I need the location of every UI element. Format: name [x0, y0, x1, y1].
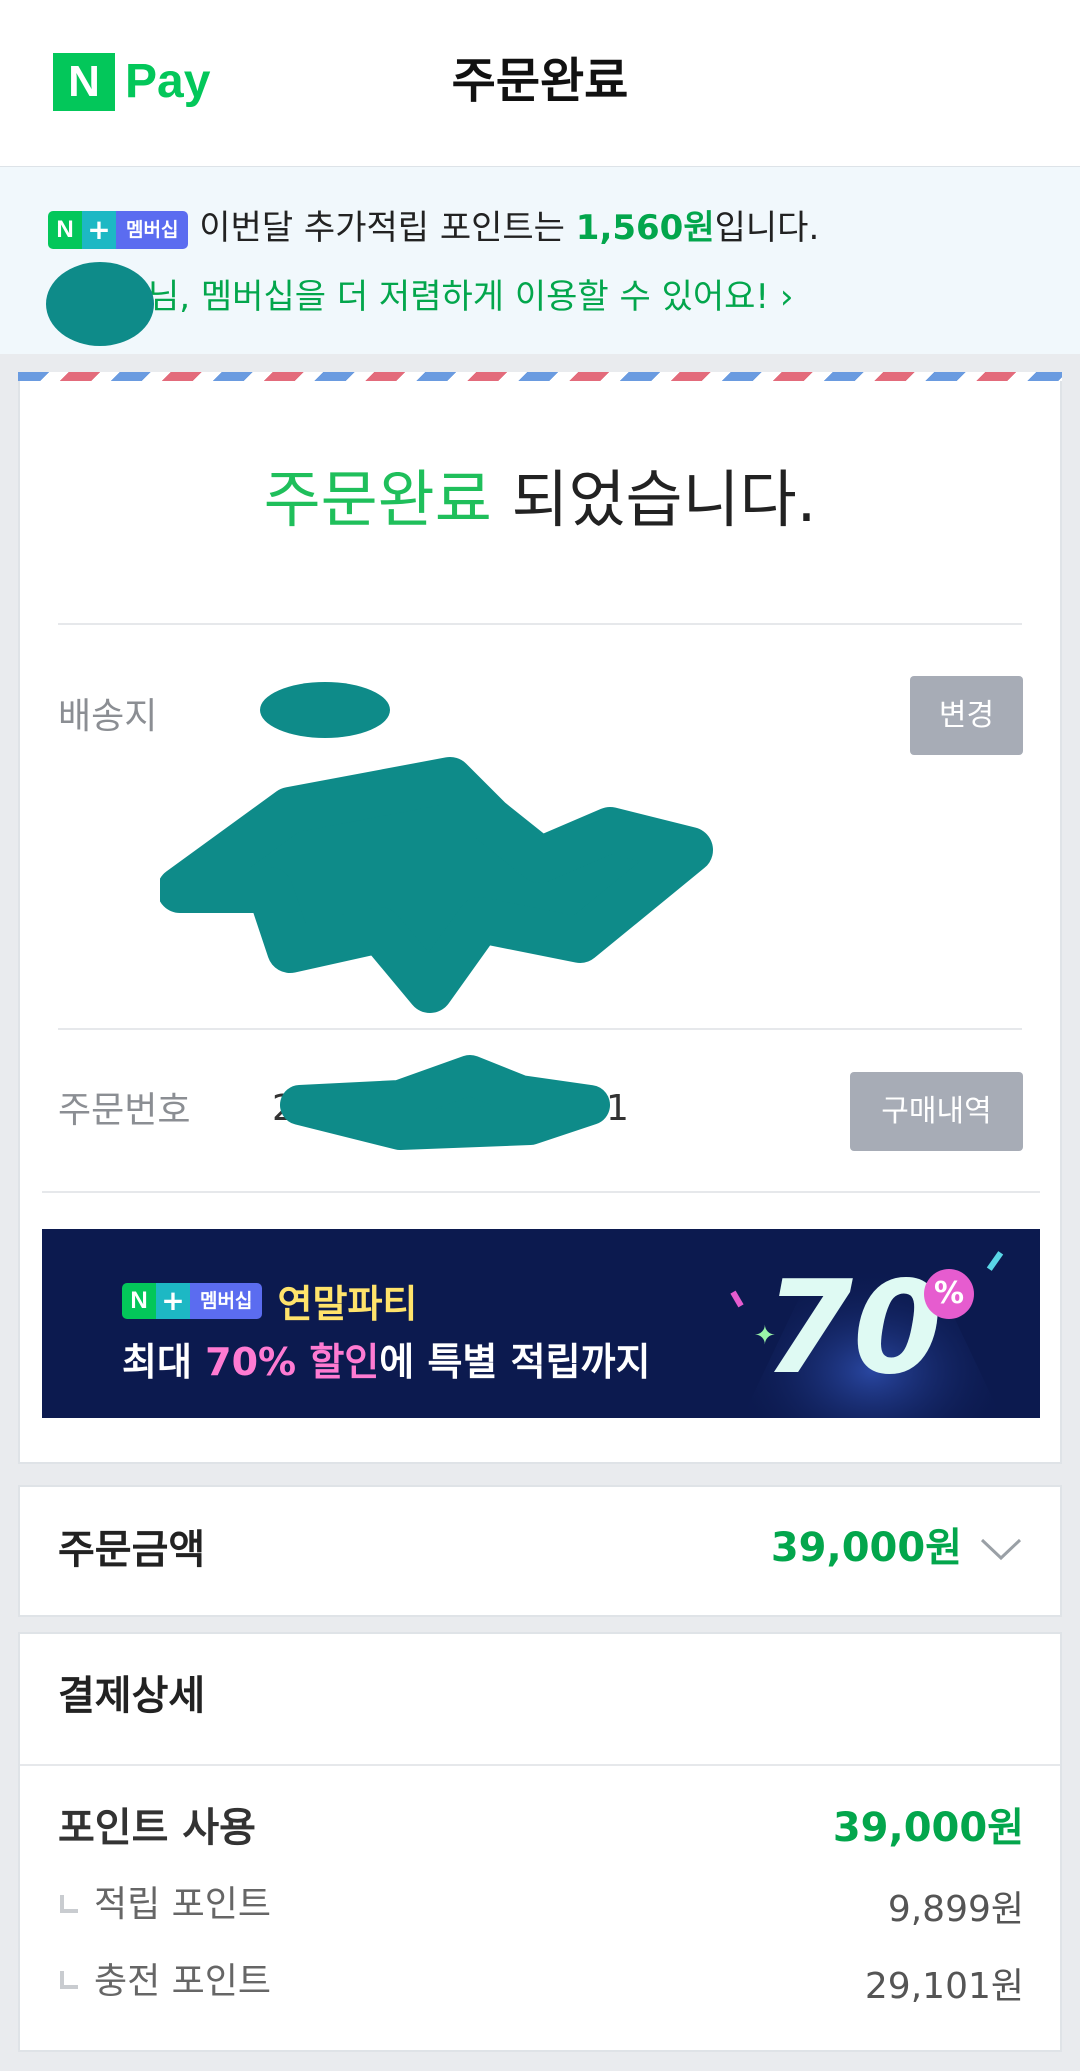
membership-points-line: N + 멤버십 이번달 추가적립 포인트는 1,560원입니다.	[48, 203, 819, 253]
earned-points-label: 적립 포인트	[94, 1884, 272, 1925]
points-amount: 1,560원	[575, 208, 715, 248]
redacted-order-number	[280, 1055, 610, 1150]
membership-link-text: 님, 멤버십을 더 저렴하게 이용할 수 있어요! ›	[148, 277, 794, 317]
redacted-address-scribble	[160, 757, 713, 1013]
page-title: 주문완료	[451, 53, 629, 109]
badge-label: 멤버십	[190, 1282, 263, 1319]
badge-n: N	[48, 210, 82, 249]
order-amount-value: 39,000원	[770, 1525, 962, 1571]
title-rest: 되었습니다.	[491, 463, 817, 536]
payment-detail-title: 결제상세	[58, 1673, 206, 1719]
ad-big-number: 70	[764, 1254, 943, 1403]
earned-points-value: 9,899원	[887, 1889, 1024, 1930]
airmail-stripe	[18, 372, 1062, 381]
membership-badge-icon: N + 멤버십	[48, 210, 189, 249]
npay-logo-text: Pay	[125, 55, 211, 108]
badge-label: 멤버십	[116, 210, 189, 249]
charged-points-label: 충전 포인트	[94, 1961, 272, 2002]
address-label: 배송지	[58, 696, 158, 737]
membership-banner	[0, 167, 1080, 354]
change-address-button[interactable]: 변경	[910, 676, 1023, 755]
ad-membership-badge-icon: N + 멤버십	[122, 1282, 263, 1319]
divider	[58, 623, 1022, 625]
divider	[42, 1191, 1040, 1193]
purchase-history-button[interactable]: 구매내역	[850, 1072, 1023, 1151]
points-used-value: 39,000원	[832, 1805, 1024, 1851]
tree-branch-icon	[60, 1971, 78, 1989]
ad-title: 연말파티	[277, 1282, 418, 1326]
order-complete-title: 주문완료 되었습니다.	[0, 460, 1080, 540]
order-number-label: 주문번호	[58, 1090, 191, 1131]
points-text-after: 입니다.	[714, 208, 820, 248]
points-used-label: 포인트 사용	[58, 1805, 256, 1851]
divider	[20, 1764, 1060, 1766]
badge-plus: +	[156, 1282, 190, 1319]
ad-headline: 최대 70% 할인에 특별 적립까지	[122, 1337, 650, 1387]
npay-logo-icon: N	[53, 53, 115, 111]
ad-percent-badge: %	[924, 1269, 974, 1319]
ad-headline-part2: 에 특별 적립까지	[379, 1340, 651, 1384]
ad-badge-row: N + 멤버십 연말파티	[122, 1273, 417, 1328]
badge-n: N	[122, 1282, 156, 1319]
title-highlight: 주문완료	[263, 463, 492, 536]
membership-ad-banner[interactable]: N + 멤버십 연말파티 최대 70% 할인에 특별 적립까지 70 % ✦	[42, 1229, 1040, 1418]
charged-points-value: 29,101원	[864, 1966, 1024, 2007]
order-amount-label: 주문금액	[58, 1527, 206, 1573]
ad-headline-part1: 최대	[122, 1340, 206, 1384]
membership-link[interactable]: 님, 멤버십을 더 저렴하게 이용할 수 있어요! ›	[48, 272, 793, 322]
redaction-mark	[260, 682, 390, 738]
points-text-before: 이번달 추가적립 포인트는	[199, 208, 576, 248]
badge-plus: +	[82, 210, 116, 249]
ad-headline-highlight: 70% 할인	[205, 1340, 380, 1384]
app-header: N Pay 주문완료	[0, 0, 1080, 167]
chevron-down-icon[interactable]	[978, 1530, 1024, 1566]
tree-branch-icon	[60, 1895, 78, 1913]
redaction-mark	[46, 262, 154, 346]
sparkle-icon: ✦	[754, 1321, 776, 1351]
divider	[58, 1028, 1022, 1030]
